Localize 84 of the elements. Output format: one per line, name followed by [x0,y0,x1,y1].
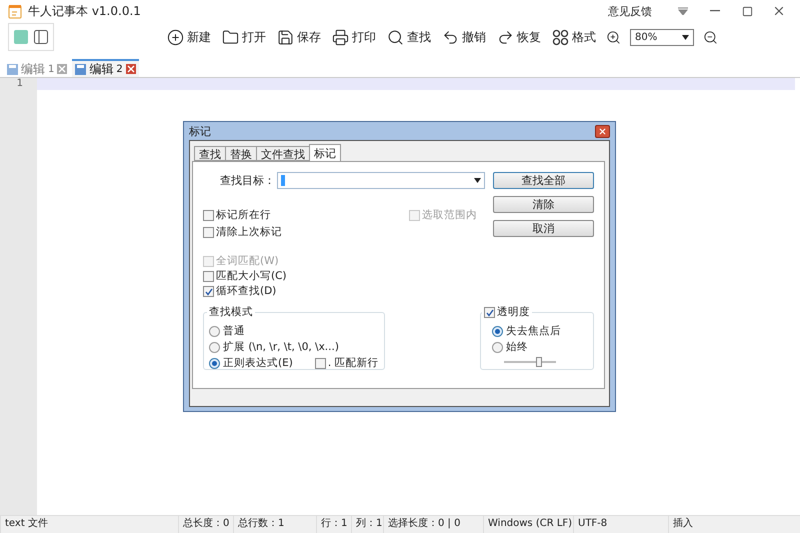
checkbox[interactable] [203,210,214,221]
status-text: Windows (CR LF) [483,516,573,533]
status-text: UTF-8 [573,516,668,533]
notepad-icon [8,4,22,18]
radio-button[interactable] [492,342,503,353]
check-icon [486,308,494,316]
close-button[interactable] [595,124,610,138]
close-icon [772,4,786,18]
toolbar-button[interactable]: 查找 [386,28,432,46]
app-title: 牛人记事本 v1.0.0.1 [28,2,141,20]
checkbox-label: . 匹配新行 [328,357,379,370]
printer-icon [332,28,349,46]
check-icon [204,288,212,296]
radio-label: 正则表达式(E) [223,357,293,370]
zoom-out-icon[interactable] [703,30,718,44]
radio-button[interactable] [209,326,220,337]
close-icon [598,126,607,136]
feedback-link[interactable]: 意见反馈 [608,4,652,18]
status-text: 列：1 [351,516,383,533]
undo-icon [442,28,459,46]
checkbox-label: 标记所在行 [216,209,271,222]
dialog-tab[interactable]: 查找 [194,146,226,161]
field-label: 查找目标： [220,173,275,188]
dialog-tab[interactable]: 替换 [225,146,257,161]
dialog-tab[interactable]: 标记 [309,144,341,161]
toolbar-button[interactable]: 新建 [166,28,212,46]
caret-icon [474,178,481,183]
minimize-icon [710,10,720,12]
radio-label: 普通 [223,325,245,338]
dialog-title: 标记 [189,124,211,138]
save-icon [75,64,86,74]
checkbox-label: 透明度 [497,306,530,319]
maximize-icon [742,6,752,16]
status-text: 行：1 [316,516,351,533]
folder-icon [222,28,239,46]
find-target-field[interactable] [277,172,485,189]
status-text: 插入 [668,516,800,533]
dialog-button[interactable]: 查找全部 [493,172,594,189]
toolbar-button[interactable]: 打印 [331,28,377,46]
checkbox[interactable] [314,358,326,369]
zoom-in-icon[interactable] [606,30,621,44]
radio-label: 失去焦点后 [506,325,561,338]
caret-icon [682,34,689,40]
search-icon [387,28,404,46]
checkbox[interactable] [484,307,495,318]
radio-button[interactable] [209,358,220,369]
document-tab[interactable]: 编辑 1 [4,59,70,77]
status-text: 总长度：0 [178,516,233,533]
document-tab[interactable]: 编辑 2 [72,59,139,77]
checkbox[interactable] [203,286,214,297]
radio-label: 始终 [506,341,528,354]
close-icon[interactable] [57,64,68,74]
sidebar-icon[interactable] [34,30,48,44]
save-icon [277,28,294,46]
dialog-tab[interactable]: 文件查找 [256,146,310,161]
status-text: 选择长度：0 | 0 [383,516,483,533]
radio-label: 扩展 (\n, \r, \t, \0, \x...) [223,341,339,354]
toolbar-button[interactable]: 打开 [221,28,267,46]
line-number: 1 [16,78,24,91]
toolbar-button[interactable]: 格式 [551,28,597,46]
checkbox-label: 匹配大小写(C) [216,270,287,283]
redo-icon [497,28,514,46]
radio-button[interactable] [492,326,503,337]
plus-circle-icon [167,28,184,46]
checkbox-label: 清除上次标记 [216,226,282,239]
checkbox[interactable] [203,271,214,282]
checkbox-label: 循环查找(D) [216,285,276,298]
status-text: text 文件 [0,516,178,533]
save-icon [7,64,18,74]
grid-icon [552,28,569,46]
checkbox-label: 全词匹配(W) [216,255,279,268]
checkbox[interactable] [203,227,214,238]
toolbar-button[interactable]: 保存 [276,28,322,46]
zoom-select[interactable]: 80% [630,28,694,46]
toolbar-button[interactable]: 撤销 [441,28,487,46]
status-text: 总行数：1 [233,516,316,533]
checkbox-label: 选取范围内 [422,209,477,222]
toolbar-button[interactable]: 恢复 [496,28,542,46]
dropdown-icon [678,7,688,15]
radio-button[interactable] [209,342,220,353]
dialog-button[interactable]: 取消 [493,220,594,237]
close-icon[interactable] [126,64,136,74]
group-title: 查找模式 [207,306,255,319]
dialog-button[interactable]: 清除 [493,196,594,213]
